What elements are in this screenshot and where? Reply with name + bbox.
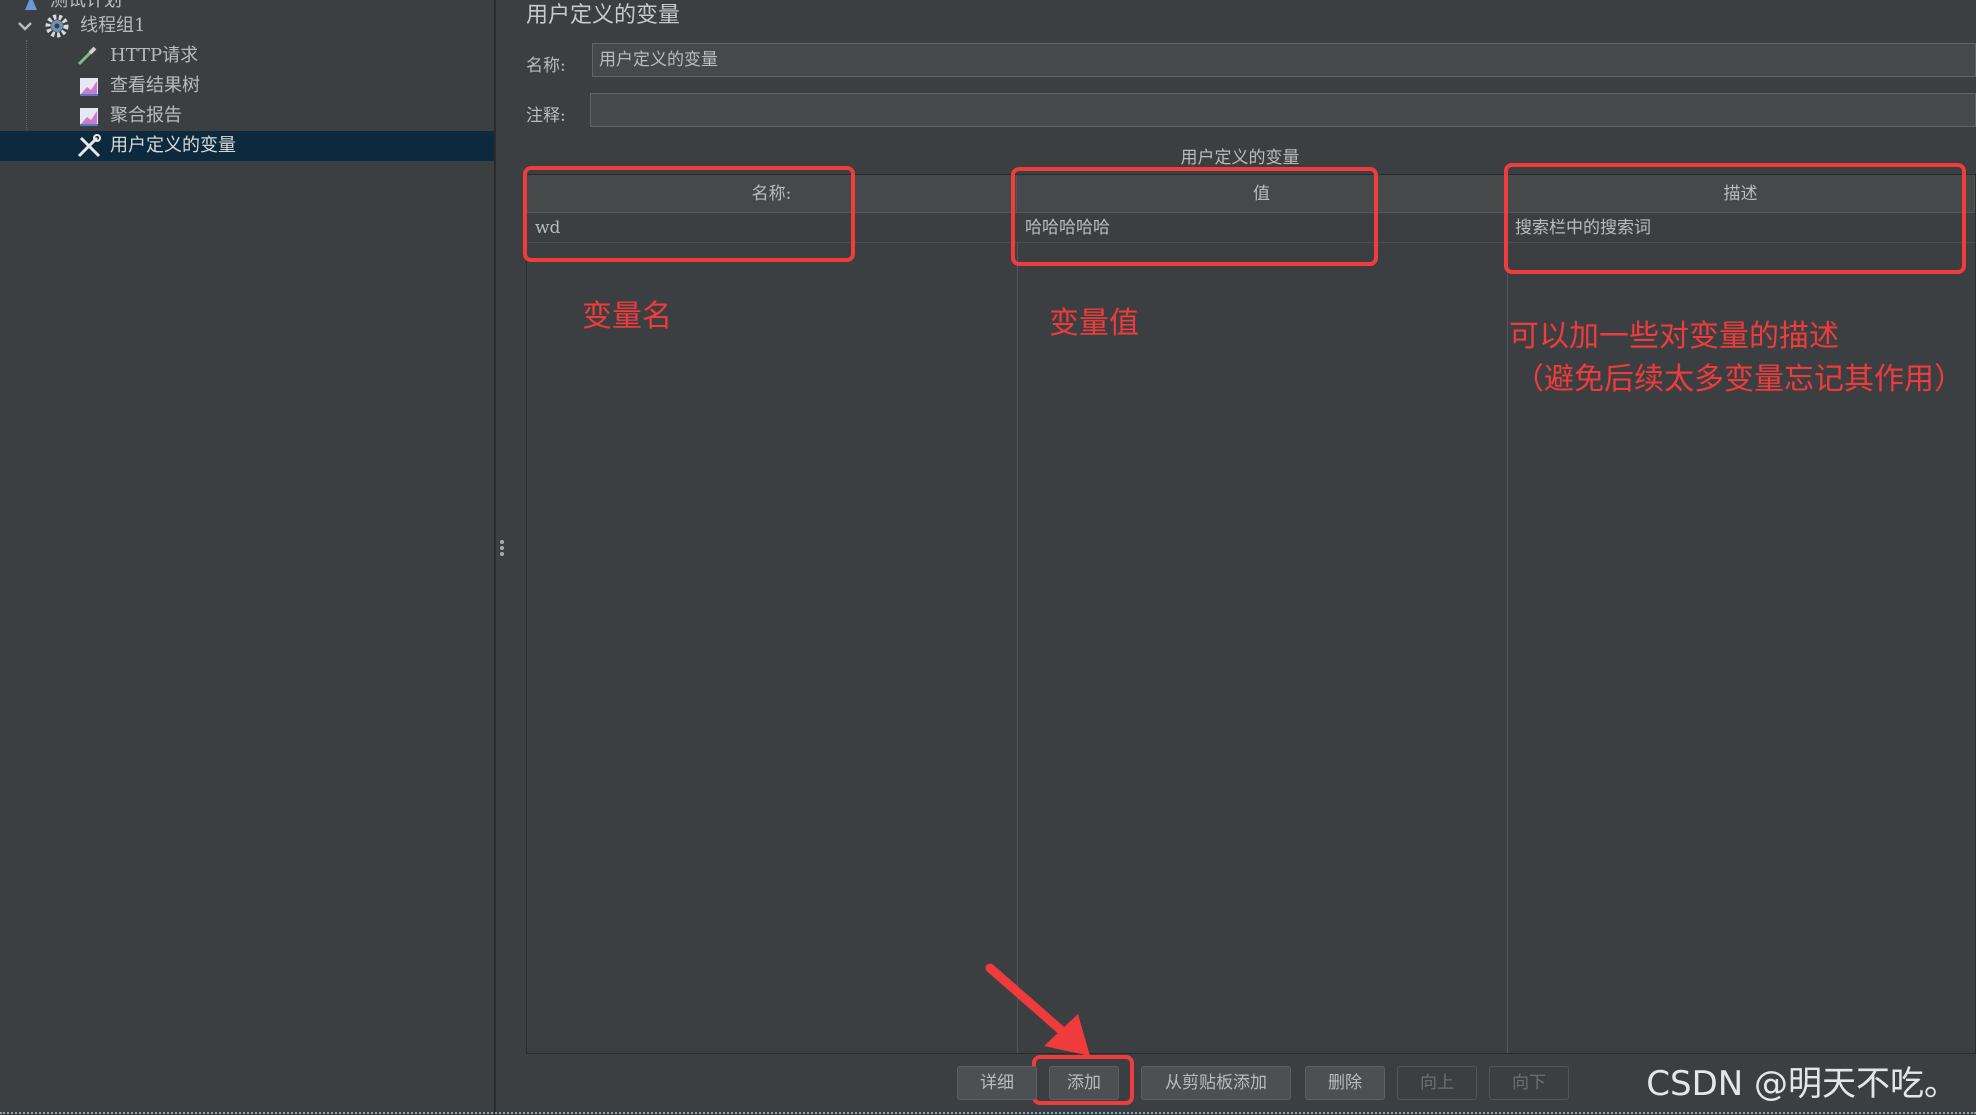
test-plan-tree: 测试计划 线程组1 HTTP请求 查看结果树 聚合报告 用户定义的变量 (0, 0, 496, 1115)
delete-button[interactable]: 删除 (1305, 1066, 1385, 1100)
tree-item-label: 线程组1 (80, 15, 146, 36)
divider (0, 1112, 1976, 1114)
move-up-button[interactable]: 向上 (1397, 1066, 1477, 1100)
highlight-name-column (523, 166, 855, 262)
annotation-description-line2: （避免后续太多变量忘记其作用） (1514, 362, 1964, 397)
tools-icon (77, 134, 101, 158)
variables-table: 名称: 值 描述 wd 哈哈哈哈哈 搜索栏中的搜索词 (526, 174, 1976, 1054)
watermark: CSDN @明天不吃。 (1646, 1064, 1958, 1104)
tree-item-label: 聚合报告 (110, 105, 182, 126)
tree-item-aggregate-report[interactable]: 聚合报告 (74, 101, 490, 131)
detail-button[interactable]: 详细 (957, 1066, 1037, 1100)
column-divider (1507, 243, 1508, 1053)
tree-item-user-defined-variables[interactable]: 用户定义的变量 (0, 131, 494, 161)
column-divider (1017, 243, 1018, 1053)
highlight-description-column (1504, 163, 1966, 274)
main-panel: 用户定义的变量 名称: 用户定义的变量 注释: 用户定义的变量 名称: 值 描述… (504, 0, 1976, 1115)
pipette-icon (77, 46, 97, 66)
chevron-down-icon[interactable] (16, 15, 34, 37)
tree-item-thread-group[interactable]: 线程组1 (16, 11, 490, 41)
annotation-description-line1: 可以加一些对变量的描述 (1509, 319, 1839, 354)
move-down-button[interactable]: 向下 (1489, 1066, 1569, 1100)
name-field[interactable]: 用户定义的变量 (592, 43, 1976, 77)
add-button[interactable]: 添加 (1049, 1066, 1119, 1100)
comment-field[interactable] (590, 93, 1976, 127)
highlight-value-column (1011, 167, 1378, 266)
gear-icon (45, 14, 69, 38)
tree-item-label: 查看结果树 (110, 75, 200, 96)
comment-label: 注释: (526, 106, 566, 126)
tree-item-results-tree[interactable]: 查看结果树 (74, 71, 490, 101)
tree-item-label: HTTP请求 (110, 45, 199, 66)
annotation-variable-name: 变量名 (582, 299, 672, 334)
arrow-icon (985, 963, 1090, 1056)
tree-item-label: 用户定义的变量 (110, 135, 236, 156)
page-title: 用户定义的变量 (526, 3, 681, 28)
add-from-clipboard-button[interactable]: 从剪贴板添加 (1141, 1066, 1291, 1100)
chart-icon (80, 78, 98, 96)
tree-item-http-request[interactable]: HTTP请求 (74, 41, 490, 71)
name-label: 名称: (526, 56, 566, 76)
chart-icon (80, 108, 98, 126)
annotation-variable-value: 变量值 (1049, 306, 1139, 341)
